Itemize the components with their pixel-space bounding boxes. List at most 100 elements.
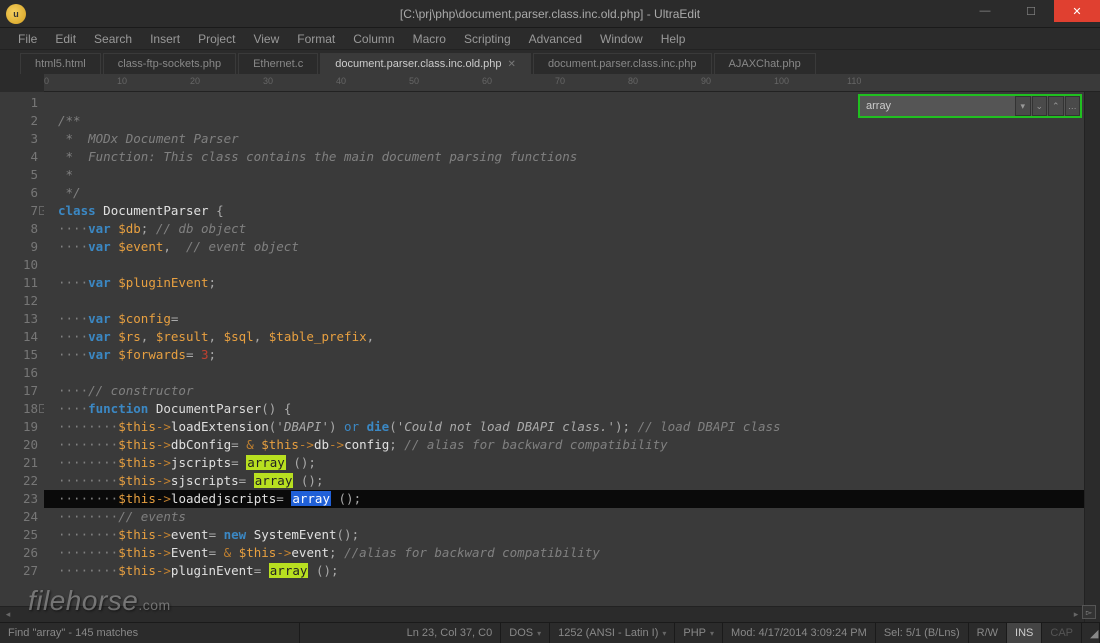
status-encoding[interactable]: 1252 (ANSI - Latin I) [550, 623, 675, 643]
line-number: 2 [0, 112, 38, 130]
maximize-button[interactable]: ☐ [1008, 0, 1054, 22]
code-line[interactable]: ····function DocumentParser() { [58, 400, 1084, 418]
code-line[interactable]: ········$this->jscripts= array (); [58, 454, 1084, 472]
line-number: 24 [0, 508, 38, 526]
line-number: 27 [0, 562, 38, 580]
line-number: 23 [0, 490, 38, 508]
line-number: 3 [0, 130, 38, 148]
line-gutter: 1234567-89101112131415161718-19202122232… [0, 92, 44, 622]
code-line[interactable]: * MODx Document Parser [58, 130, 1084, 148]
code-line[interactable] [58, 292, 1084, 310]
line-number: 14 [0, 328, 38, 346]
tab-document-parser-class-inc-php[interactable]: document.parser.class.inc.php [533, 53, 712, 74]
horizontal-scrollbar[interactable]: ◂ ▸ [0, 606, 1084, 622]
line-number: 12 [0, 292, 38, 310]
code-line[interactable]: * [58, 166, 1084, 184]
menu-window[interactable]: Window [592, 30, 651, 48]
code-line[interactable]: * Function: This class contains the main… [58, 148, 1084, 166]
status-bar: Find "array" - 145 matches Ln 23, Col 37… [0, 622, 1100, 643]
search-prev-button[interactable]: ⌃ [1048, 96, 1064, 116]
line-number: 7- [0, 202, 38, 220]
code-editor[interactable]: /** * MODx Document Parser * Function: T… [44, 92, 1084, 622]
code-line[interactable]: ····var $forwards= 3; [58, 346, 1084, 364]
code-line[interactable]: ····var $db; // db object [58, 220, 1084, 238]
line-number: 17 [0, 382, 38, 400]
code-line[interactable] [58, 364, 1084, 382]
code-line[interactable]: */ [58, 184, 1084, 202]
search-input[interactable] [860, 96, 1014, 116]
status-insert-mode[interactable]: INS [1007, 623, 1042, 643]
minimize-button[interactable]: — [962, 0, 1008, 22]
code-line[interactable]: ········$this->dbConfig= & $this->db->co… [58, 436, 1084, 454]
search-more-button[interactable]: … [1065, 96, 1081, 116]
menu-column[interactable]: Column [345, 30, 402, 48]
line-number: 15 [0, 346, 38, 364]
line-number: 13 [0, 310, 38, 328]
ruler: 0102030405060708090100110 [44, 74, 1100, 92]
menu-file[interactable]: File [10, 30, 45, 48]
line-number: 22 [0, 472, 38, 490]
tab-AJAXChat-php[interactable]: AJAXChat.php [714, 53, 816, 74]
line-number: 10 [0, 256, 38, 274]
code-line[interactable]: ········$this->sjscripts= array (); [58, 472, 1084, 490]
code-line[interactable]: ········$this->loadedjscripts= array (); [44, 490, 1084, 508]
status-modified: Mod: 4/17/2014 3:09:24 PM [723, 623, 876, 643]
code-line[interactable]: ········$this->pluginEvent= array (); [58, 562, 1084, 580]
search-dropdown-icon[interactable]: ▾ [1015, 96, 1031, 116]
code-line[interactable] [58, 256, 1084, 274]
line-number: 19 [0, 418, 38, 436]
menu-help[interactable]: Help [653, 30, 694, 48]
status-readwrite[interactable]: R/W [969, 623, 1007, 643]
line-number: 9 [0, 238, 38, 256]
vertical-scrollbar[interactable] [1084, 92, 1100, 622]
code-line[interactable]: ········$this->Event= & $this->event; //… [58, 544, 1084, 562]
tab-bar: html5.htmlclass-ftp-sockets.phpEthernet.… [0, 50, 1100, 74]
editor-area: 1234567-89101112131415161718-19202122232… [0, 92, 1100, 622]
tab-document-parser-class-inc-old-php[interactable]: document.parser.class.inc.old.php✕ [320, 53, 531, 74]
tab-close-icon[interactable]: ✕ [508, 59, 516, 70]
menu-insert[interactable]: Insert [142, 30, 188, 48]
status-position: Ln 23, Col 37, C0 [399, 623, 502, 643]
line-number: 26 [0, 544, 38, 562]
line-number: 21 [0, 454, 38, 472]
code-line[interactable]: ········$this->event= new SystemEvent(); [58, 526, 1084, 544]
code-line[interactable]: ····var $event, // event object [58, 238, 1084, 256]
tab-class-ftp-sockets-php[interactable]: class-ftp-sockets.php [103, 53, 236, 74]
menu-edit[interactable]: Edit [47, 30, 84, 48]
menu-view[interactable]: View [245, 30, 287, 48]
menu-scripting[interactable]: Scripting [456, 30, 519, 48]
menu-advanced[interactable]: Advanced [521, 30, 590, 48]
code-line[interactable]: ····// constructor [58, 382, 1084, 400]
line-number: 8 [0, 220, 38, 238]
line-number: 20 [0, 436, 38, 454]
status-caps: CAP [1042, 623, 1082, 643]
status-corner-icon: ◢ [1082, 623, 1100, 643]
status-find-result: Find "array" - 145 matches [0, 623, 300, 643]
code-line[interactable]: ········$this->loadExtension('DBAPI') or… [58, 418, 1084, 436]
line-number: 25 [0, 526, 38, 544]
menu-project[interactable]: Project [190, 30, 243, 48]
menu-search[interactable]: Search [86, 30, 140, 48]
menu-format[interactable]: Format [289, 30, 343, 48]
scroll-left-icon[interactable]: ◂ [0, 607, 16, 623]
close-button[interactable]: ✕ [1054, 0, 1100, 22]
code-line[interactable]: ········// events [58, 508, 1084, 526]
menu-macro[interactable]: Macro [405, 30, 454, 48]
code-line[interactable]: ····var $pluginEvent; [58, 274, 1084, 292]
search-panel: ▾ ⌄ ⌃ … [858, 94, 1082, 118]
search-next-button[interactable]: ⌄ [1032, 96, 1048, 116]
line-number: 6 [0, 184, 38, 202]
window-title: [C:\prj\php\document.parser.class.inc.ol… [400, 7, 700, 21]
line-number: 4 [0, 148, 38, 166]
code-line[interactable]: ····var $config= [58, 310, 1084, 328]
status-selection: Sel: 5/1 (B/Lns) [876, 623, 969, 643]
code-line[interactable]: ····var $rs, $result, $sql, $table_prefi… [58, 328, 1084, 346]
tab-html5-html[interactable]: html5.html [20, 53, 101, 74]
line-number: 11 [0, 274, 38, 292]
corner-button[interactable]: ▻ [1082, 605, 1096, 619]
status-eol[interactable]: DOS [501, 623, 550, 643]
line-number: 18- [0, 400, 38, 418]
status-filetype[interactable]: PHP [675, 623, 723, 643]
code-line[interactable]: class DocumentParser { [58, 202, 1084, 220]
tab-Ethernet-c[interactable]: Ethernet.c [238, 53, 318, 74]
